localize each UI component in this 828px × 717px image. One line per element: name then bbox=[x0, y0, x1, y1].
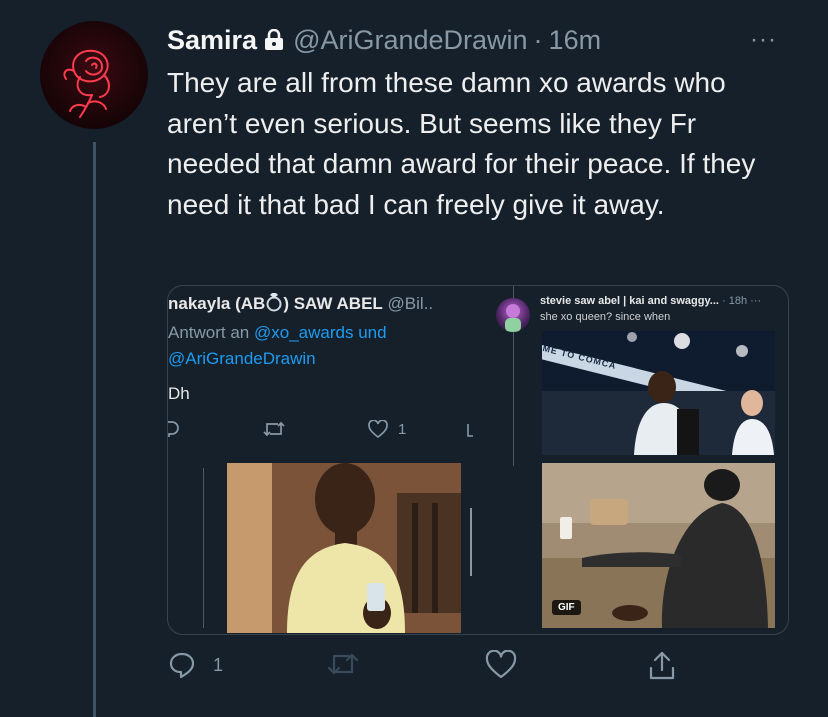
tweet-text: They are all from these damn xo awards w… bbox=[167, 67, 756, 220]
reply-link-arigrandedrawin: @AriGrandeDrawin bbox=[168, 349, 316, 368]
quoted-left-name: nakayla (AB bbox=[168, 294, 266, 313]
retweet-icon bbox=[327, 653, 359, 675]
scrollbar-thumb[interactable] bbox=[470, 508, 472, 576]
retweet-button[interactable] bbox=[327, 650, 359, 678]
quoted-left-header: nakayla (AB ) SAW ABEL @Bil.. bbox=[168, 292, 433, 317]
ring-icon bbox=[265, 292, 283, 317]
reply-count: 1 bbox=[213, 654, 224, 675]
quoted-right-time: · 18h bbox=[722, 295, 748, 307]
share-icon bbox=[467, 424, 473, 437]
author-handle[interactable]: @AriGrandeDrawin bbox=[293, 25, 527, 56]
meme-image-right-top[interactable]: ME TO COMCA bbox=[542, 331, 775, 455]
kid-photo-image bbox=[227, 463, 461, 633]
quoted-right-name: stevie saw abel | kai and swaggy... bbox=[540, 295, 719, 307]
tweet-time[interactable]: 16m bbox=[549, 25, 602, 56]
retweet-icon bbox=[263, 421, 285, 437]
share-button[interactable] bbox=[647, 650, 677, 682]
meme-image-right-bottom[interactable]: GIF bbox=[542, 463, 775, 628]
author-avatar[interactable] bbox=[40, 21, 148, 129]
media-card[interactable]: nakayla (AB ) SAW ABEL @Bil.. Antwort an … bbox=[167, 285, 789, 635]
like-icon bbox=[368, 420, 388, 438]
tweet-header: Samira @AriGrandeDrawin · 16m bbox=[167, 22, 601, 58]
reply-icon bbox=[168, 421, 179, 437]
meme-image-left[interactable] bbox=[227, 463, 461, 633]
quoted-right-header: stevie saw abel | kai and swaggy... · 18… bbox=[540, 295, 761, 307]
quote-thread-bar bbox=[203, 468, 204, 628]
author-name[interactable]: Samira bbox=[167, 25, 257, 56]
neon-rose-icon bbox=[63, 49, 110, 118]
reply-link-xo-awards: @xo_awards bbox=[254, 323, 354, 342]
quoted-left-like-count: 1 bbox=[398, 421, 407, 438]
lock-icon bbox=[264, 29, 284, 51]
quoted-right-text: she xo queen? since when bbox=[540, 311, 671, 323]
like-button[interactable] bbox=[485, 650, 517, 680]
quoted-right-more-icon: ··· bbox=[750, 295, 762, 307]
quoted-left-actions: 1 bbox=[168, 418, 488, 442]
thread-line bbox=[93, 142, 96, 717]
reply-prefix: Antwort an bbox=[168, 323, 250, 342]
more-options-icon[interactable]: ··· bbox=[750, 26, 777, 54]
reply-conjunction: und bbox=[358, 323, 387, 342]
reply-button[interactable]: 1 bbox=[167, 650, 223, 680]
time-separator: · bbox=[533, 24, 543, 55]
quoted-left-reply-context: Antwort an @xo_awards und @AriGrandeDraw… bbox=[168, 320, 387, 372]
gif-badge: GIF bbox=[552, 600, 581, 615]
quoted-right-avatar bbox=[496, 298, 530, 332]
tweet-action-bar: 1 bbox=[167, 650, 687, 690]
basketball-photo-image bbox=[542, 331, 775, 455]
quoted-left-text: Dh bbox=[168, 384, 190, 403]
heart-icon bbox=[485, 650, 517, 679]
share-icon bbox=[649, 651, 675, 680]
quoted-left-name-suffix: ) SAW ABEL bbox=[283, 294, 383, 313]
reply-icon bbox=[169, 652, 195, 679]
quoted-left-handle: @Bil.. bbox=[387, 294, 434, 313]
